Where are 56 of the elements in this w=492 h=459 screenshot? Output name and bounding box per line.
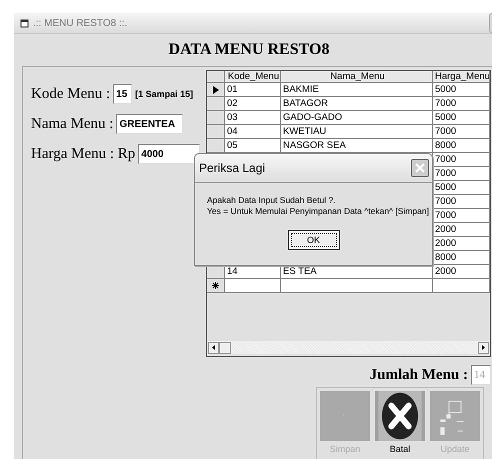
- table-cell: BAKMIE: [281, 83, 433, 97]
- table-cell: 7000: [433, 209, 490, 223]
- table-cell: 02: [225, 97, 281, 111]
- window-title: .:: MENU RESTO8 ::.: [33, 18, 128, 28]
- input-field[interactable]: GREENTEA: [116, 114, 184, 134]
- dialog-title: Periksa Lagi: [199, 161, 266, 175]
- table-cell: 7000: [433, 195, 490, 209]
- table-cell: 2000: [433, 265, 490, 279]
- column-header[interactable]: Nama_Menu: [281, 71, 433, 83]
- table-cell: 7000: [433, 167, 490, 181]
- table-cell: 2000: [433, 237, 490, 251]
- ok-button[interactable]: OK: [288, 230, 340, 250]
- diagram-icon: [430, 391, 480, 441]
- column-header[interactable]: Kode_Menu: [225, 71, 281, 83]
- table-cell: 7000: [433, 97, 490, 111]
- table-cell: 03: [225, 111, 281, 125]
- range-hint: [1 Sampai 15]: [135, 89, 194, 99]
- table-cell: 05: [225, 139, 281, 153]
- table-cell: 5000: [433, 111, 490, 125]
- table-cell: GADO-GADO: [281, 111, 433, 125]
- table-cell: 8000: [433, 251, 490, 265]
- cancel-icon: [375, 391, 425, 441]
- new-row-icon: [212, 282, 219, 289]
- field-label: Kode Menu :: [31, 86, 110, 102]
- table-cell: NASGOR SEA: [281, 139, 433, 153]
- count-label: Jumlah Menu :: [370, 366, 468, 384]
- table-cell: 04: [225, 125, 281, 139]
- table-cell: 2000: [433, 223, 490, 237]
- scroll-right-icon[interactable]: [482, 345, 485, 350]
- table-cell: 5000: [433, 181, 490, 195]
- field-label: Harga Menu : Rp: [31, 146, 136, 162]
- column-header[interactable]: Harga_Menu: [433, 71, 490, 83]
- input-field[interactable]: 15: [113, 84, 132, 104]
- scroll-left-icon[interactable]: [212, 345, 215, 350]
- table-cell: 01: [225, 83, 281, 97]
- row-selector[interactable]: [207, 279, 225, 293]
- window-icon: [20, 18, 29, 28]
- table-cell: [433, 279, 490, 293]
- table-cell: 7000: [433, 125, 490, 139]
- table-cell: 5000: [433, 83, 490, 97]
- table-cell: KWETIAU: [281, 125, 433, 139]
- input-field[interactable]: 4000: [138, 144, 200, 164]
- table-cell: BATAGOR: [281, 97, 433, 111]
- field-label: Nama Menu :: [31, 116, 114, 132]
- row-selector[interactable]: [207, 83, 225, 97]
- scroll-thumb[interactable]: [219, 342, 231, 354]
- cancel-button[interactable]: Batal: [375, 391, 425, 456]
- horizontal-scrollbar[interactable]: [208, 341, 489, 354]
- blank-icon: [320, 391, 370, 441]
- form-heading: DATA MENU RESTO8: [168, 40, 330, 60]
- table-cell: 8000: [433, 139, 490, 153]
- table-cell: 7000: [433, 153, 490, 167]
- table-cell: [225, 279, 281, 293]
- current-row-icon: [212, 86, 218, 94]
- close-button[interactable]: [411, 159, 429, 177]
- dialog-message: Apakah Data Input Sudah Betul ?. Yes = Untuk Memulai Penyimpanan Data ^tekan^ [Simpan]: [206, 194, 430, 217]
